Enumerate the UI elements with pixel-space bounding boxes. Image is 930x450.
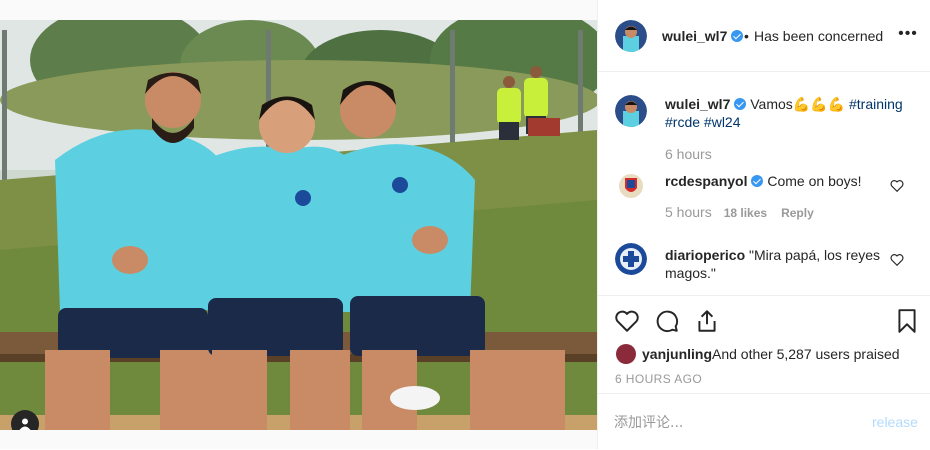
author-avatar[interactable] (615, 20, 647, 52)
caption-meta: 6 hours (665, 146, 712, 162)
liker-username[interactable]: yanjunling (642, 346, 712, 362)
liker-avatar[interactable] (616, 344, 636, 364)
bookmark-icon[interactable] (894, 308, 920, 334)
photo-bottom-margin (0, 430, 597, 449)
comment-likes[interactable]: 18 likes (724, 206, 767, 220)
comment-body: Come on boys! (767, 173, 862, 189)
author-username[interactable]: wulei_wl7 (662, 28, 744, 44)
comment-avatar[interactable] (615, 170, 647, 202)
photo-top-margin (0, 0, 597, 20)
follow-status-button[interactable]: Has been concerned (754, 28, 883, 44)
verified-badge-icon (734, 98, 747, 110)
comment-username[interactable]: diarioperico (665, 247, 745, 263)
caption-text: wulei_wl7 Vamos💪💪💪 #training #rcde #wl24 (665, 95, 905, 131)
comment-form: release (598, 393, 930, 450)
post-sidebar: wulei_wl7 • Has been concerned ••• wulei… (597, 0, 930, 449)
comment-input[interactable] (614, 413, 854, 433)
caption-username[interactable]: wulei_wl7 (665, 96, 730, 112)
comment-username[interactable]: rcdespanyol (665, 173, 747, 189)
comment-meta: 5 hours 18 likes Reply (665, 204, 814, 220)
caption-time[interactable]: 6 hours (665, 146, 712, 162)
instagram-post-view: wulei_wl7 • Has been concerned ••• wulei… (0, 0, 930, 449)
comment-text: diarioperico "Mira papá, los reyes magos… (665, 246, 905, 282)
header-separator: • (744, 28, 749, 44)
post-header: wulei_wl7 • Has been concerned ••• (598, 0, 930, 72)
comment-time[interactable]: 5 hours (665, 204, 712, 220)
hashtag-link[interactable]: #rcde (665, 114, 700, 130)
comment-avatar[interactable] (615, 243, 647, 275)
liked-by-line: yanjunlingAnd other 5,287 users praised (616, 344, 900, 364)
more-options-icon[interactable]: ••• (898, 26, 918, 42)
reply-button[interactable]: Reply (781, 206, 814, 220)
hashtag-link[interactable]: #training (849, 96, 903, 112)
user-tag-icon (19, 418, 31, 430)
post-actions: yanjunlingAnd other 5,287 users praised … (598, 295, 930, 449)
post-photo[interactable] (0, 20, 597, 430)
post-photo-illustration (0, 20, 597, 430)
comment-text: rcdespanyol Come on boys! (665, 172, 905, 190)
comment-like-heart-icon[interactable] (890, 179, 904, 193)
author-username-text[interactable]: wulei_wl7 (662, 28, 727, 44)
hashtag-link[interactable]: #wl24 (704, 114, 741, 130)
user-tag-button[interactable] (11, 410, 39, 430)
comment-like-heart-icon[interactable] (890, 253, 904, 267)
likes-count[interactable]: And other 5,287 users praised (712, 346, 900, 362)
caption-body: Vamos (750, 96, 793, 112)
verified-badge-icon (751, 175, 764, 187)
post-comment-button[interactable]: release (872, 414, 918, 430)
caption-emoji: 💪💪💪 (792, 96, 846, 112)
heart-icon[interactable] (614, 308, 640, 334)
verified-badge-icon (731, 30, 744, 42)
share-icon[interactable] (694, 308, 720, 334)
post-timestamp[interactable]: 6 HOURS AGO (615, 372, 702, 386)
caption-avatar[interactable] (615, 95, 647, 127)
comments-section: wulei_wl7 Vamos💪💪💪 #training #rcde #wl24… (598, 73, 930, 295)
comment-icon[interactable] (654, 308, 680, 334)
